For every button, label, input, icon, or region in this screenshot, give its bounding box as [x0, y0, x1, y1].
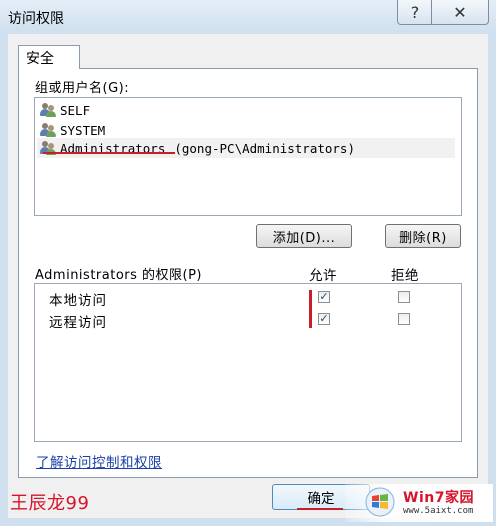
- user-detail: (gong-PC\Administrators): [174, 140, 355, 156]
- permissions-label: Administrators 的权限(P): [35, 268, 203, 283]
- logo-brand: Win7家园: [403, 490, 474, 506]
- table-row: 远程访问: [39, 310, 479, 332]
- help-icon: ?: [410, 2, 420, 22]
- add-button[interactable]: 添加(D)...: [256, 224, 352, 248]
- window-title: 访问权限: [8, 11, 64, 27]
- site-logo: Win7家园 www.5aixt.com: [345, 484, 493, 522]
- permission-name: 本地访问: [49, 293, 107, 309]
- windows-logo-icon: [365, 487, 395, 517]
- close-button[interactable]: ✕: [431, 0, 489, 25]
- list-item[interactable]: SELF: [40, 100, 90, 120]
- users-icon: [40, 102, 58, 118]
- permissions-list[interactable]: 本地访问 远程访问: [34, 283, 462, 442]
- learn-access-control-link[interactable]: 了解访问控制和权限: [36, 451, 162, 471]
- tab-security[interactable]: 安全: [18, 45, 80, 69]
- allow-checkbox-local[interactable]: ✓: [318, 291, 330, 303]
- logo-url: www.5aixt.com: [403, 506, 474, 516]
- deny-header: 拒绝: [391, 268, 419, 284]
- allow-checkbox-remote[interactable]: ✓: [318, 313, 330, 325]
- annotation-bar: [309, 290, 312, 328]
- permission-name: 远程访问: [49, 315, 107, 331]
- remove-button[interactable]: 删除(R): [385, 224, 461, 248]
- tab-security-label: 安全: [26, 50, 54, 67]
- author-watermark: 王辰龙99: [10, 493, 90, 514]
- close-icon: ✕: [453, 2, 467, 22]
- table-row: 本地访问: [39, 288, 479, 310]
- user-name: SELF: [60, 102, 91, 118]
- group-users-label: 组或用户名(G):: [35, 81, 130, 96]
- deny-checkbox-local[interactable]: [398, 291, 410, 303]
- deny-checkbox-remote[interactable]: [398, 313, 410, 325]
- list-item[interactable]: SYSTEM: [40, 120, 105, 140]
- group-users-list[interactable]: SELF SYSTEM Administrators (gong-PC\Admi…: [34, 97, 462, 216]
- users-icon: [40, 122, 58, 138]
- user-name: SYSTEM: [60, 122, 106, 138]
- help-button[interactable]: ?: [397, 0, 433, 25]
- annotation-underline-ok: [297, 508, 343, 510]
- allow-header: 允许: [309, 268, 337, 284]
- list-item-selected[interactable]: Administrators (gong-PC\Administrators): [37, 138, 455, 158]
- annotation-underline: [43, 152, 175, 154]
